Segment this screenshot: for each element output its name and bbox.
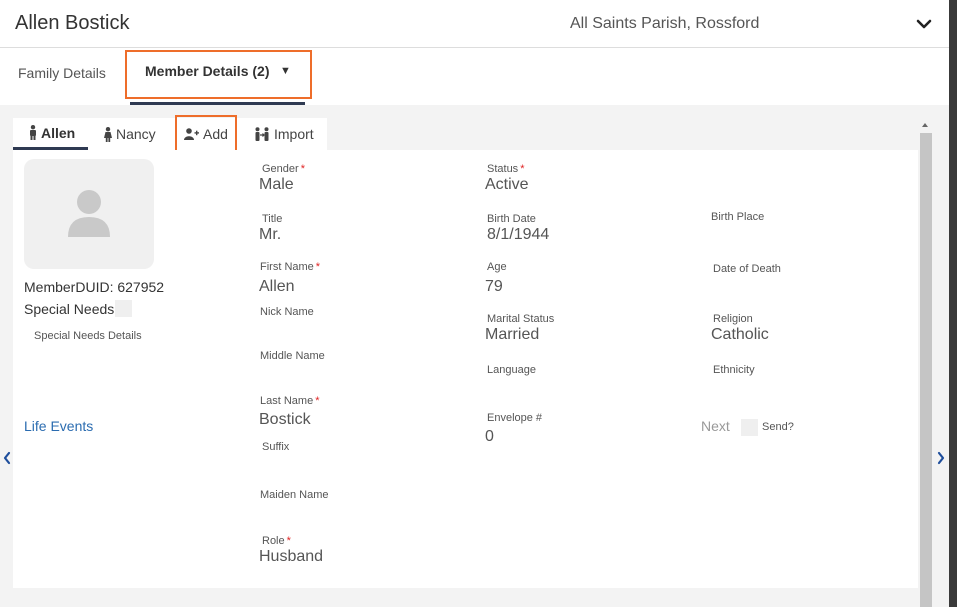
subtab-add-label: Add [203,126,228,142]
add-user-icon [184,128,199,140]
subtab-nancy[interactable]: Nancy [104,118,156,150]
role-label: Role * [262,535,291,547]
send-checkbox[interactable] [741,419,758,436]
suffix-label: Suffix [262,441,290,453]
female-person-icon [104,126,112,142]
special-needs-details-label: Special Needs Details [34,330,142,342]
role-value[interactable]: Husband [259,548,323,566]
last-name-label: Last Name * [260,395,320,407]
male-person-icon [30,125,36,140]
member-name-title: Allen Bostick [15,12,130,34]
subtab-allen-label: Allen [41,124,76,141]
gender-label: Gender * [262,163,305,175]
envelope-value[interactable]: 0 [485,428,494,446]
special-needs-label: Special Needs [24,300,115,317]
age-label: Age [487,261,507,273]
member-duid: MemberDUID: 627952 [24,279,165,295]
top-tabs: Family Details Member Details (2) ▼ [0,48,949,105]
scroll-up-arrow-icon[interactable] [921,121,929,129]
ethnicity-label: Ethnicity [713,364,755,376]
chevron-down-icon[interactable] [913,13,935,35]
parish-name: All Saints Parish, Rossford [570,15,760,32]
birth-date-value[interactable]: 8/1/1944 [487,226,549,244]
subtab-nancy-label: Nancy [116,126,156,142]
subtab-import[interactable]: Import [254,118,314,150]
status-value[interactable]: Active [485,176,529,194]
member-subtabs: Allen Nancy Add Import [13,118,327,150]
language-label: Language [487,364,536,376]
age-value: 79 [485,278,503,295]
subtab-import-label: Import [274,126,314,142]
modal-header: Allen Bostick All Saints Parish, Rossfor… [0,0,949,48]
first-name-value[interactable]: Allen [259,278,295,296]
subtab-allen[interactable]: Allen [13,118,88,150]
nick-name-label: Nick Name [260,306,314,318]
chevron-left-icon[interactable] [2,450,12,466]
gender-value[interactable]: Male [259,176,294,194]
status-label: Status * [487,163,525,175]
last-name-value[interactable]: Bostick [259,411,311,429]
subtab-add-member[interactable]: Add [184,118,228,150]
tab-member-details[interactable]: Member Details (2) ▼ [130,50,305,105]
member-modal: Allen Bostick All Saints Parish, Rossfor… [0,0,949,607]
send-label: Send? [762,421,794,433]
user-placeholder-icon [68,190,110,237]
title-label: Title [262,213,283,225]
tab-member-details-label: Member Details (2) [145,63,270,79]
special-needs-checkbox[interactable] [115,300,133,317]
date-of-death-label: Date of Death [713,263,781,275]
religion-label: Religion [713,313,753,325]
import-people-icon [255,127,269,141]
caret-down-icon[interactable]: ▼ [280,65,291,77]
tab-family-details[interactable]: Family Details [18,65,106,81]
middle-name-label: Middle Name [260,350,325,362]
first-name-label: First Name * [260,261,321,273]
next-label: Next [701,418,730,434]
life-events-link[interactable]: Life Events [24,418,93,434]
scrollbar-thumb[interactable] [920,133,932,607]
chevron-right-icon[interactable] [936,450,946,466]
background-window-edge [949,0,957,607]
marital-status-label: Marital Status [487,313,555,325]
envelope-label: Envelope # [487,412,543,424]
religion-value[interactable]: Catholic [711,326,769,344]
special-needs-row: Special Needs [24,300,133,317]
avatar[interactable] [24,159,154,269]
marital-status-value[interactable]: Married [485,326,539,344]
maiden-name-label: Maiden Name [260,489,329,501]
birth-date-label: Birth Date [487,213,536,225]
title-value[interactable]: Mr. [259,226,281,244]
birth-place-label: Birth Place [711,211,765,223]
